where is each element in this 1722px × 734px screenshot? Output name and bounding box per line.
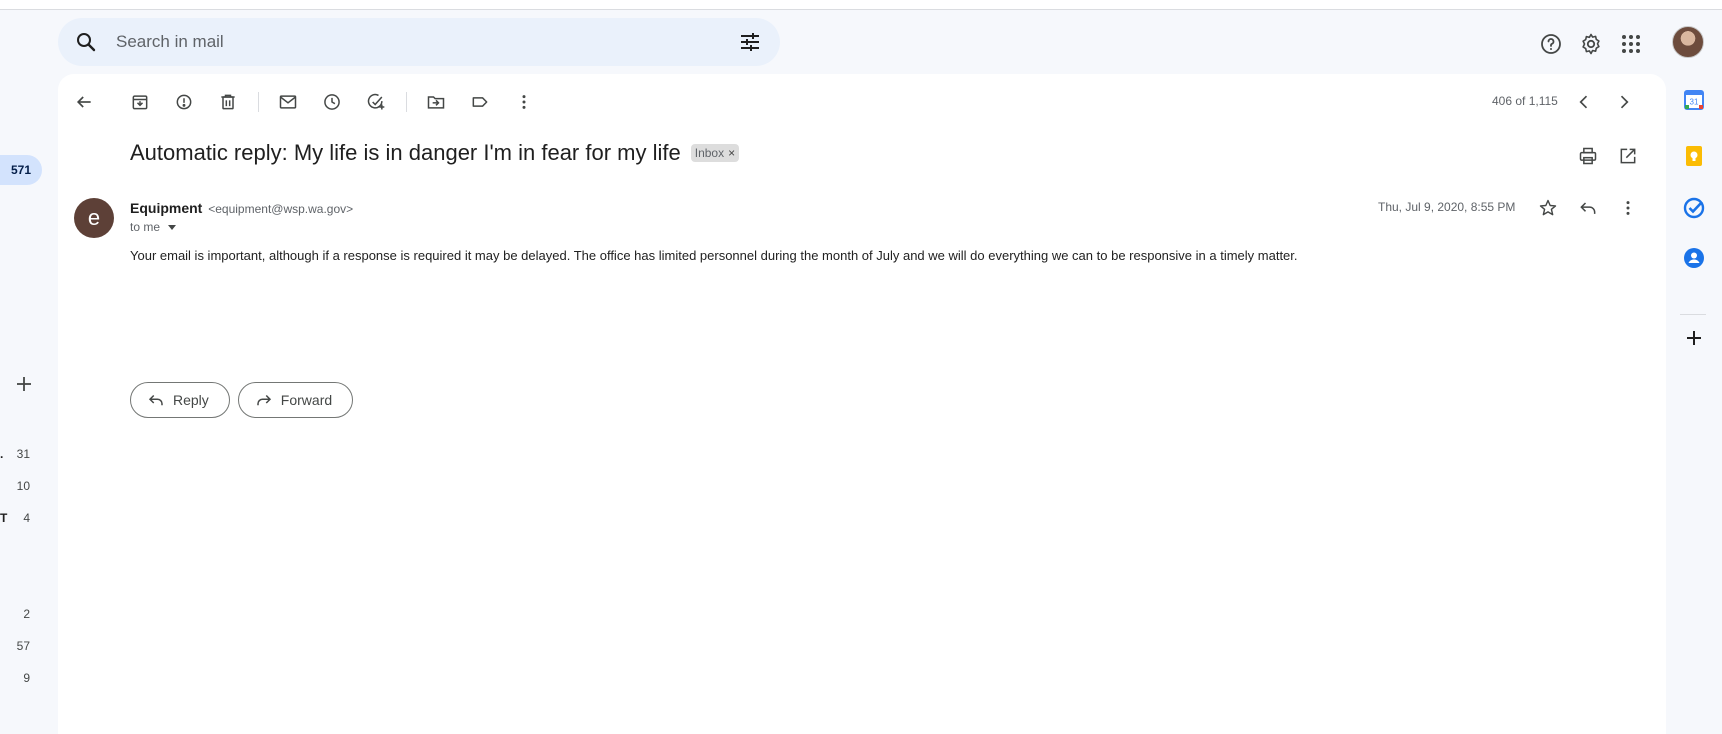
chevron-left-icon [1579, 95, 1588, 109]
caret-down-icon [168, 224, 177, 230]
print-icon [1579, 147, 1597, 165]
label-count: 4 [23, 511, 30, 525]
mail-icon [279, 95, 297, 109]
star-button[interactable] [1528, 188, 1568, 228]
label-count: 57 [16, 639, 30, 653]
chevron-right-icon [1620, 95, 1629, 109]
help-icon [1541, 34, 1561, 54]
snooze-button[interactable] [312, 82, 352, 122]
sender-email: <equipment@wsp.wa.gov> [208, 202, 354, 216]
label-name-fragment[interactable]: . [0, 447, 3, 461]
archive-button[interactable] [120, 82, 160, 122]
back-button[interactable] [64, 82, 104, 122]
calendar-day: 31 [1690, 98, 1699, 107]
reply-button-label: Reply [173, 392, 209, 408]
new-label-icon[interactable] [12, 372, 36, 396]
reply-actions: Reply Forward [130, 382, 354, 418]
older-button[interactable] [1604, 82, 1644, 122]
recipient-details-toggle[interactable]: to me [130, 220, 177, 234]
report-icon [176, 94, 192, 110]
email-subject: Automatic reply: My life is in danger I'… [130, 140, 681, 165]
reply-button[interactable]: Reply [130, 382, 230, 418]
sender-info: Equipment <equipment@wsp.wa.gov> [130, 200, 353, 216]
forward-icon [257, 394, 271, 406]
forward-button[interactable]: Forward [237, 382, 354, 418]
label-count: 31 [16, 447, 30, 461]
star-icon [1539, 199, 1557, 216]
top-right-actions [1531, 24, 1651, 64]
reply-icon-button[interactable] [1568, 188, 1608, 228]
toolbar-divider [258, 92, 259, 112]
email-date: Thu, Jul 9, 2020, 8:55 PM [1378, 200, 1516, 214]
open-new-window-button[interactable] [1608, 136, 1648, 176]
apps-grid-icon [1622, 35, 1640, 53]
label-chip-text: Inbox [694, 146, 725, 160]
search-options-icon[interactable] [738, 30, 762, 54]
report-spam-button[interactable] [164, 82, 204, 122]
message-more-button[interactable] [1608, 188, 1648, 228]
more-options-button[interactable] [504, 82, 544, 122]
reply-icon [1580, 202, 1596, 214]
add-to-tasks-button[interactable] [356, 82, 396, 122]
sender-name[interactable]: Equipment [130, 200, 202, 216]
keep-app-icon[interactable] [1682, 144, 1706, 168]
archive-icon [132, 95, 148, 110]
label-name-fragment[interactable]: T [0, 511, 7, 525]
message-panel: 406 of 1,115 Automatic reply: My life is… [58, 74, 1666, 734]
message-toolbar: 406 of 1,115 [58, 78, 1666, 126]
calendar-app-icon[interactable]: 31 [1682, 88, 1706, 112]
label-count: 2 [23, 607, 30, 621]
left-navigation-rail: 571 . 31 10 T 4 2 57 9 [0, 0, 58, 724]
email-body: Your email is important, although if a r… [130, 248, 1298, 263]
pagination-text: 406 of 1,115 [1492, 94, 1558, 108]
search-icon[interactable] [74, 30, 98, 54]
add-task-icon [367, 93, 385, 110]
more-vert-icon [1626, 201, 1630, 215]
top-border [0, 0, 1722, 10]
tasks-app-icon[interactable] [1682, 196, 1706, 220]
print-all-button[interactable] [1568, 136, 1608, 176]
move-to-button[interactable] [416, 82, 456, 122]
reply-icon [148, 394, 163, 406]
inbox-unread-count[interactable]: 571 [0, 155, 42, 185]
inbox-label-chip[interactable]: Inbox × [690, 144, 740, 162]
search-input[interactable] [114, 28, 674, 56]
label-icon [472, 97, 488, 107]
label-count: 9 [23, 671, 30, 685]
apps-button[interactable] [1611, 24, 1651, 64]
recipient-text: to me [130, 220, 161, 234]
search-bar[interactable] [58, 18, 780, 66]
open-in-new-icon [1620, 148, 1636, 164]
mark-unread-button[interactable] [268, 82, 308, 122]
sender-avatar[interactable]: e [74, 198, 114, 238]
remove-label-icon[interactable]: × [728, 146, 735, 160]
contacts-app-icon[interactable] [1682, 246, 1706, 270]
account-avatar[interactable] [1672, 26, 1704, 58]
arrow-back-icon [76, 96, 91, 108]
subject-row: Automatic reply: My life is in danger I'… [130, 140, 740, 166]
side-panel-divider [1680, 314, 1706, 315]
labels-button[interactable] [460, 82, 500, 122]
support-button[interactable] [1531, 24, 1571, 64]
get-addons-icon[interactable] [1682, 326, 1706, 350]
gear-icon [1582, 33, 1600, 55]
delete-button[interactable] [208, 82, 248, 122]
forward-button-label: Forward [280, 392, 333, 408]
settings-button[interactable] [1571, 24, 1611, 64]
toolbar-divider [406, 92, 407, 112]
trash-icon [221, 94, 235, 110]
clock-icon [324, 94, 340, 110]
side-panel-apps: 31 [1666, 74, 1722, 724]
label-count: 10 [16, 479, 30, 493]
more-vert-icon [522, 95, 526, 109]
move-folder-icon [427, 96, 445, 109]
newer-button[interactable] [1564, 82, 1604, 122]
